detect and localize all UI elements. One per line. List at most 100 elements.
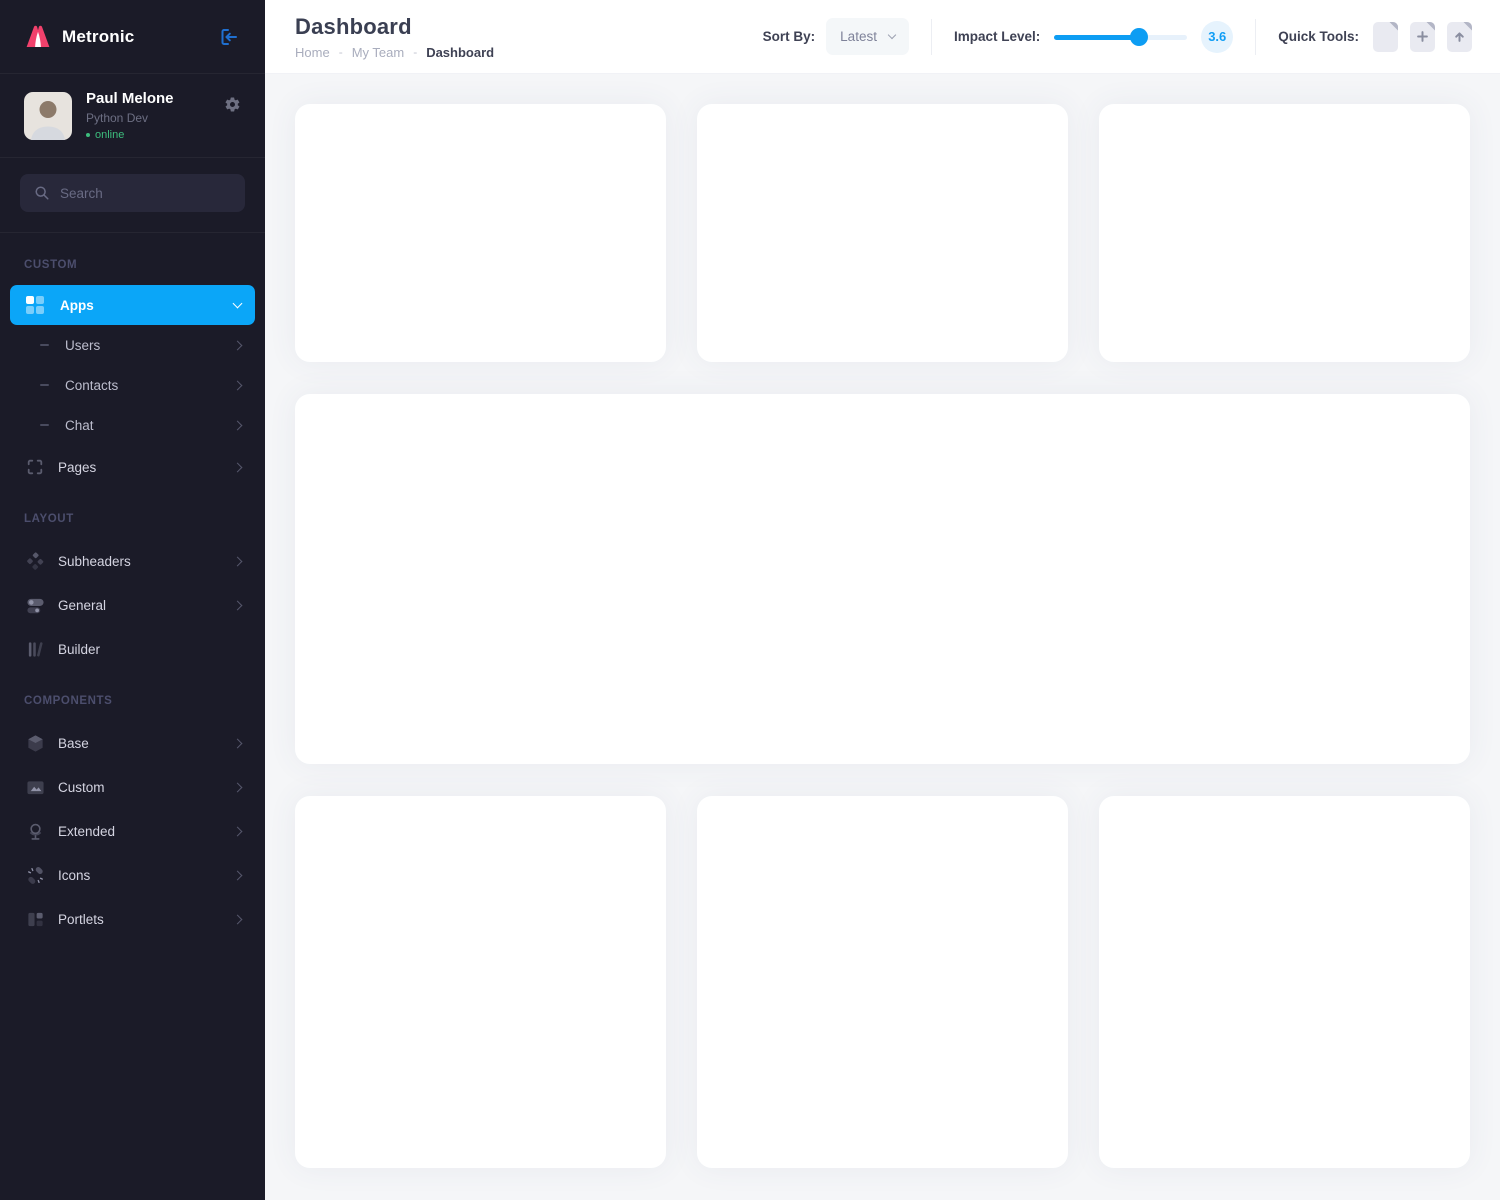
globe-icon	[24, 822, 46, 841]
dash-icon	[40, 344, 49, 346]
header: Dashboard Home - My Team - Dashboard Sor…	[265, 0, 1500, 74]
brand-bar: Metronic	[0, 0, 265, 74]
breadcrumb-home[interactable]: Home	[295, 45, 330, 60]
sort-by-group: Sort By: Latest	[763, 18, 909, 55]
broken-link-icon	[24, 866, 46, 885]
breadcrumb-separator: -	[339, 45, 343, 59]
user-role: Python Dev	[86, 111, 174, 125]
sidebar-item-base[interactable]: Base	[0, 721, 265, 765]
chevron-right-icon	[233, 380, 243, 390]
sidebar-item-users[interactable]: Users	[0, 325, 265, 365]
chevron-right-icon	[233, 826, 243, 836]
breadcrumb-separator: -	[413, 45, 417, 59]
card	[697, 104, 1068, 362]
chevron-right-icon	[233, 738, 243, 748]
blocks-icon	[24, 910, 46, 929]
sidebar-item-label: Icons	[58, 868, 234, 883]
breadcrumb-my-team[interactable]: My Team	[352, 45, 405, 60]
image-icon	[24, 778, 46, 797]
metronic-logo-icon	[24, 24, 52, 49]
breadcrumb-current: Dashboard	[426, 45, 494, 60]
user-profile: Paul Melone Python Dev online	[0, 74, 265, 158]
sidebar-item-label: Users	[65, 338, 234, 353]
card	[1099, 104, 1470, 362]
impact-level-value: 3.6	[1201, 21, 1233, 53]
sidebar-item-builder[interactable]: Builder	[0, 627, 265, 671]
gear-icon	[224, 96, 241, 113]
bars-icon	[24, 640, 46, 659]
chevron-down-icon	[233, 299, 243, 309]
brand-logo[interactable]: Metronic	[24, 24, 134, 49]
sidebar-item-label: Pages	[58, 460, 234, 475]
search-block	[0, 158, 265, 233]
page-title: Dashboard	[295, 14, 494, 40]
card	[295, 796, 666, 1168]
file-plus-icon[interactable]	[1410, 22, 1435, 52]
frame-icon	[24, 458, 46, 476]
sidebar-item-apps[interactable]: Apps	[10, 285, 255, 325]
chevron-right-icon	[233, 462, 243, 472]
brand-name: Metronic	[62, 27, 134, 47]
card	[697, 796, 1068, 1168]
sort-by-select[interactable]: Latest	[826, 18, 909, 55]
chevron-down-icon	[888, 31, 896, 39]
sidebar-item-label: Subheaders	[58, 554, 234, 569]
sidebar-item-subheaders[interactable]: Subheaders	[0, 539, 265, 583]
sidebar-item-extended[interactable]: Extended	[0, 809, 265, 853]
user-status: online	[86, 129, 174, 141]
sidebar-nav: CUSTOM Apps Users Contacts Chat	[0, 233, 265, 941]
search-input[interactable]	[60, 186, 237, 201]
content-grid	[265, 74, 1500, 1198]
sidebar-item-icons[interactable]: Icons	[0, 853, 265, 897]
sidebar-item-label: General	[58, 598, 234, 613]
avatar	[24, 92, 72, 140]
sidebar-item-label: Extended	[58, 824, 234, 839]
sidebar-item-general[interactable]: General	[0, 583, 265, 627]
sidebar-item-label: Portlets	[58, 912, 234, 927]
online-dot-icon	[86, 133, 90, 137]
chevron-right-icon	[233, 870, 243, 880]
sidebar-collapse-button[interactable]	[215, 23, 243, 51]
sidebar-item-label: Contacts	[65, 378, 234, 393]
sidebar-item-label: Builder	[58, 642, 241, 657]
toggles-icon	[24, 596, 46, 615]
sidebar-item-custom[interactable]: Custom	[0, 765, 265, 809]
slider-fill	[1054, 35, 1139, 40]
divider	[1255, 19, 1256, 55]
slider-handle[interactable]	[1130, 28, 1148, 46]
main-area: Dashboard Home - My Team - Dashboard Sor…	[265, 0, 1500, 1198]
chevron-right-icon	[233, 914, 243, 924]
sidebar-item-label: Chat	[65, 418, 234, 433]
header-tools: Sort By: Latest Impact Level: 3.6 Quick	[763, 18, 1472, 55]
card	[295, 104, 666, 362]
user-name: Paul Melone	[86, 90, 174, 107]
card	[1099, 796, 1470, 1168]
quick-tools-label: Quick Tools:	[1278, 29, 1359, 44]
impact-level-group: Impact Level: 3.6	[954, 21, 1233, 53]
page-head: Dashboard Home - My Team - Dashboard	[295, 14, 494, 60]
chevron-right-icon	[233, 340, 243, 350]
grid-icon	[24, 296, 46, 314]
dash-icon	[40, 424, 49, 426]
diamonds-icon	[24, 552, 46, 571]
chevron-right-icon	[233, 556, 243, 566]
file-upload-icon[interactable]	[1447, 22, 1472, 52]
sidebar-item-chat[interactable]: Chat	[0, 405, 265, 445]
nav-section-components: COMPONENTS	[0, 671, 265, 721]
nav-section-custom: CUSTOM	[0, 235, 265, 285]
sidebar-item-portlets[interactable]: Portlets	[0, 897, 265, 941]
chevron-right-icon	[233, 420, 243, 430]
sidebar-item-label: Apps	[60, 298, 234, 313]
sidebar-item-pages[interactable]: Pages	[0, 445, 265, 489]
file-icon[interactable]	[1373, 22, 1398, 52]
dash-icon	[40, 384, 49, 386]
sort-by-label: Sort By:	[763, 29, 816, 44]
chevron-right-icon	[233, 782, 243, 792]
search-box[interactable]	[20, 174, 245, 212]
sidebar-item-contacts[interactable]: Contacts	[0, 365, 265, 405]
sidebar-item-label: Custom	[58, 780, 234, 795]
breadcrumb: Home - My Team - Dashboard	[295, 45, 494, 60]
chevron-right-icon	[233, 600, 243, 610]
user-settings-button[interactable]	[224, 96, 241, 113]
impact-level-slider[interactable]	[1054, 28, 1187, 46]
